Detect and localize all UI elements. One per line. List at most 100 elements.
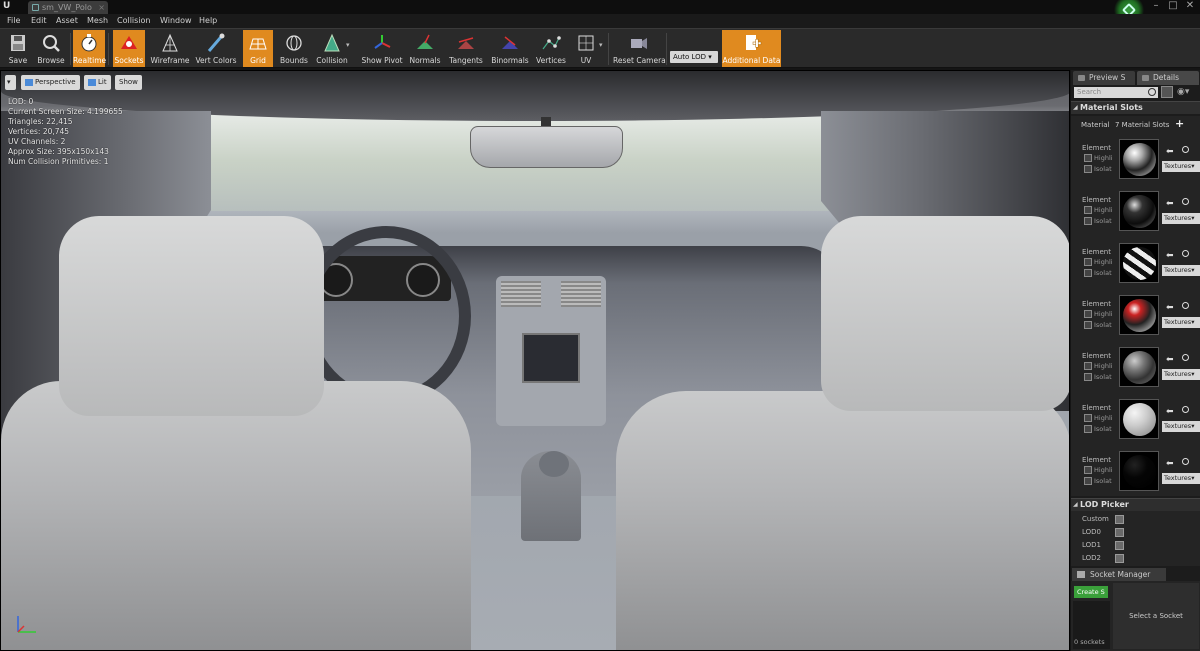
browse-magnifier-icon[interactable]: [1182, 406, 1189, 413]
uv-button[interactable]: UV: [572, 30, 600, 67]
isolate-checkbox[interactable]: [1084, 217, 1092, 225]
material-element-label: Element: [1082, 456, 1111, 464]
document-tab[interactable]: sm_VW_Polo ×: [28, 1, 108, 14]
viewport-options-button[interactable]: ▾: [5, 75, 16, 90]
highlight-checkbox[interactable]: [1084, 154, 1092, 162]
highlight-checkbox[interactable]: [1084, 258, 1092, 266]
collision-dropdown-icon[interactable]: ▾: [346, 41, 350, 49]
close-button[interactable]: ✕: [1182, 0, 1198, 12]
material-thumbnail[interactable]: [1119, 451, 1159, 491]
view-options-icon[interactable]: [1161, 86, 1173, 98]
menu-asset[interactable]: Asset: [56, 16, 78, 25]
isolate-checkbox[interactable]: [1084, 269, 1092, 277]
menu-edit[interactable]: Edit: [31, 16, 47, 25]
normals-button[interactable]: Normals: [408, 30, 442, 67]
isolate-checkbox[interactable]: [1084, 165, 1092, 173]
use-selected-arrow-icon[interactable]: ⬅: [1166, 251, 1174, 261]
bounds-icon: [286, 35, 302, 51]
save-button[interactable]: Save: [3, 30, 33, 67]
browse-magnifier-icon[interactable]: [1182, 302, 1189, 309]
lod-picker-header[interactable]: ◢ LOD Picker: [1071, 498, 1200, 511]
highlight-checkbox[interactable]: [1084, 310, 1092, 318]
textures-dropdown[interactable]: Textures▾: [1162, 161, 1200, 172]
create-socket-button[interactable]: Create S: [1074, 586, 1108, 598]
use-selected-arrow-icon[interactable]: ⬅: [1166, 147, 1174, 157]
browse-button[interactable]: Browse: [34, 30, 68, 67]
textures-dropdown[interactable]: Textures▾: [1162, 421, 1200, 432]
wireframe-button[interactable]: Wireframe: [150, 30, 190, 67]
lod1-checkbox[interactable]: [1115, 541, 1124, 550]
steering-wheel: [301, 226, 471, 406]
perspective-button[interactable]: Perspective: [21, 75, 80, 90]
textures-dropdown[interactable]: Textures▾: [1162, 473, 1200, 484]
lod0-checkbox[interactable]: [1115, 528, 1124, 537]
browse-magnifier-icon[interactable]: [1182, 146, 1189, 153]
collision-button[interactable]: Collision: [314, 30, 350, 67]
show-pivot-button[interactable]: Show Pivot: [360, 30, 404, 67]
collision-icon: [324, 33, 340, 52]
realtime-button[interactable]: Realtime: [73, 30, 106, 67]
vertices-button[interactable]: Vertices: [534, 30, 568, 67]
menu-window[interactable]: Window: [160, 16, 192, 25]
textures-dropdown[interactable]: Textures▾: [1162, 265, 1200, 276]
binormals-button[interactable]: Binormals: [490, 30, 530, 67]
highlight-checkbox[interactable]: [1084, 414, 1092, 422]
maximize-button[interactable]: □: [1165, 0, 1181, 12]
use-selected-arrow-icon[interactable]: ⬅: [1166, 459, 1174, 469]
highlight-checkbox[interactable]: [1084, 206, 1092, 214]
browse-magnifier-icon[interactable]: [1182, 354, 1189, 361]
material-thumbnail[interactable]: [1119, 243, 1159, 283]
use-selected-arrow-icon[interactable]: ⬅: [1166, 199, 1174, 209]
search-input[interactable]: Search: [1074, 87, 1158, 98]
lod-select[interactable]: Auto LOD ▾: [670, 51, 718, 63]
material-thumbnail[interactable]: [1119, 191, 1159, 231]
menu-mesh[interactable]: Mesh: [87, 16, 108, 25]
eye-icon[interactable]: ◉▾: [1177, 87, 1195, 97]
isolate-checkbox[interactable]: [1084, 373, 1092, 381]
isolate-checkbox[interactable]: [1084, 477, 1092, 485]
minimize-button[interactable]: –: [1148, 0, 1164, 12]
material-thumbnail[interactable]: [1119, 295, 1159, 335]
show-button[interactable]: Show: [115, 75, 142, 90]
sockets-button[interactable]: Sockets: [113, 30, 145, 67]
tangents-button[interactable]: Tangents: [446, 30, 486, 67]
tab-socket-manager[interactable]: Socket Manager: [1072, 568, 1166, 581]
tab-preview-scene[interactable]: Preview S: [1073, 71, 1135, 85]
stat-screen-size: Current Screen Size: 4.199655: [8, 107, 123, 116]
menu-file[interactable]: File: [7, 16, 20, 25]
vert-colors-button[interactable]: Vert Colors: [194, 30, 238, 67]
textures-dropdown[interactable]: Textures▾: [1162, 317, 1200, 328]
material-slots-header[interactable]: ◢ Material Slots: [1071, 101, 1200, 114]
grid-button[interactable]: Grid: [243, 30, 273, 67]
use-selected-arrow-icon[interactable]: ⬅: [1166, 407, 1174, 417]
isolate-checkbox[interactable]: [1084, 321, 1092, 329]
browse-magnifier-icon[interactable]: [1182, 198, 1189, 205]
isolate-checkbox[interactable]: [1084, 425, 1092, 433]
air-vent: [561, 281, 601, 307]
textures-dropdown[interactable]: Textures▾: [1162, 369, 1200, 380]
tab-details[interactable]: Details: [1137, 71, 1199, 85]
reset-camera-button[interactable]: Reset Camera: [613, 30, 666, 67]
menu-help[interactable]: Help: [199, 16, 217, 25]
material-thumbnail[interactable]: [1119, 347, 1159, 387]
bounds-button[interactable]: Bounds: [278, 30, 310, 67]
mesh-viewport[interactable]: [0, 70, 1070, 651]
highlight-checkbox[interactable]: [1084, 362, 1092, 370]
use-selected-arrow-icon[interactable]: ⬅: [1166, 355, 1174, 365]
material-thumbnail[interactable]: [1119, 399, 1159, 439]
material-slot-row: Element Highli Isolat ⬅ Textures▾: [1071, 345, 1200, 397]
uv-dropdown-icon[interactable]: ▾: [599, 41, 603, 49]
add-material-slot-button[interactable]: +: [1175, 117, 1184, 130]
browse-magnifier-icon[interactable]: [1182, 250, 1189, 257]
highlight-checkbox[interactable]: [1084, 466, 1092, 474]
additional-data-button[interactable]: Additional Data: [722, 30, 781, 67]
material-thumbnail[interactable]: [1119, 139, 1159, 179]
lod2-checkbox[interactable]: [1115, 554, 1124, 563]
tab-close-icon[interactable]: ×: [98, 1, 105, 14]
menu-collision[interactable]: Collision: [117, 16, 151, 25]
browse-magnifier-icon[interactable]: [1182, 458, 1189, 465]
use-selected-arrow-icon[interactable]: ⬅: [1166, 303, 1174, 313]
textures-dropdown[interactable]: Textures▾: [1162, 213, 1200, 224]
lod-custom-checkbox[interactable]: [1115, 515, 1124, 524]
lit-button[interactable]: Lit: [84, 75, 111, 90]
